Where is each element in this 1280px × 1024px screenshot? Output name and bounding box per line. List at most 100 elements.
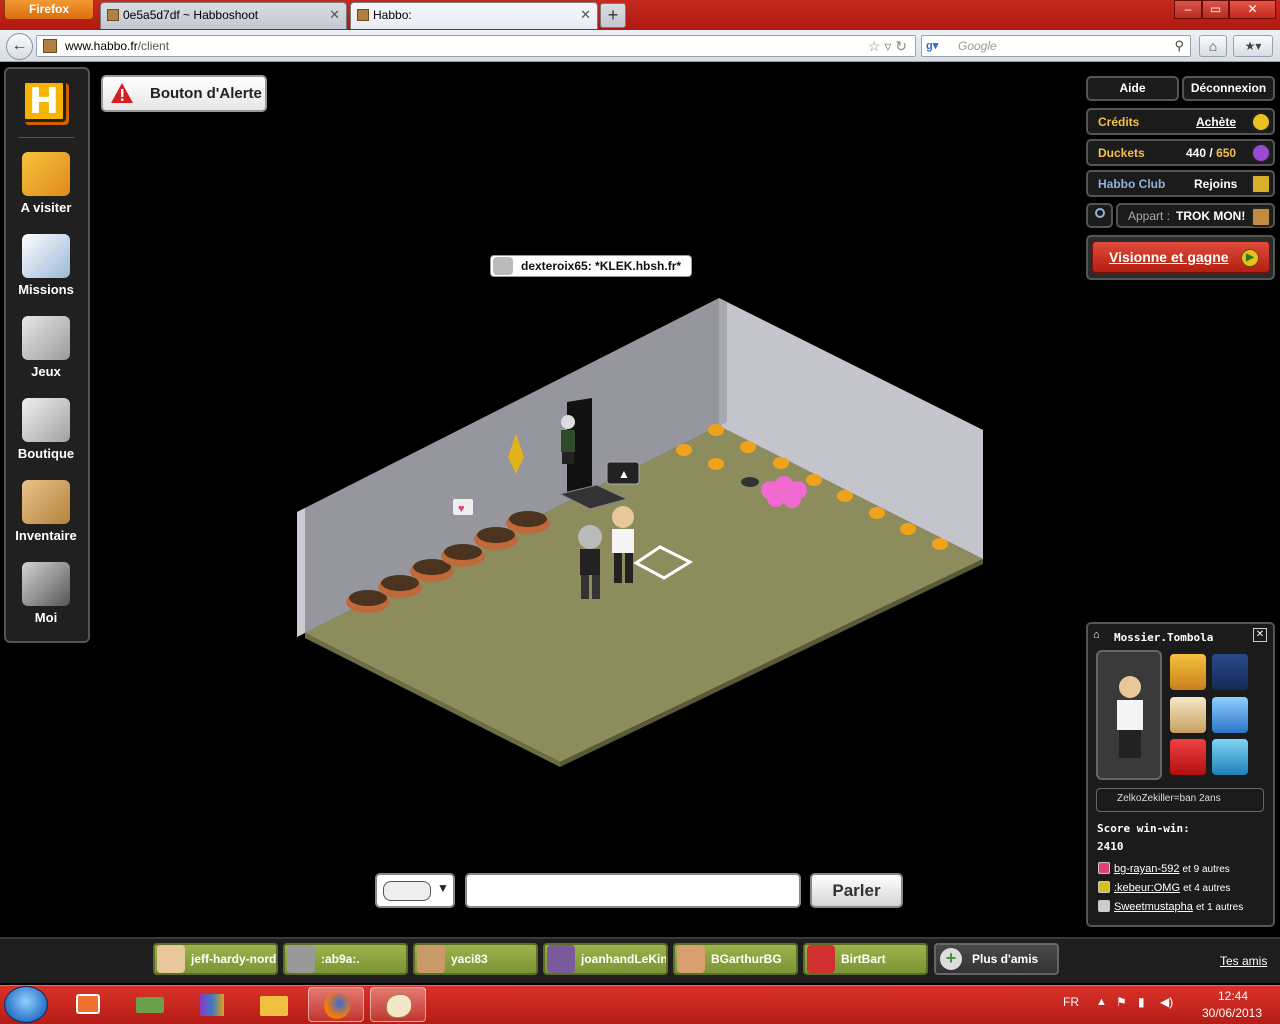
back-arrow-icon[interactable]: ← [6,33,33,60]
room-name-row[interactable]: Appart : TROK MON! [1116,203,1275,228]
chat-style-selector[interactable]: ▼ [375,873,455,908]
profile-username[interactable]: Mossier.Tombola [1114,631,1213,644]
crown-badge-icon[interactable] [1170,654,1206,690]
library-icon[interactable] [122,987,178,1022]
windows-start-icon[interactable] [4,986,48,1023]
logout-button[interactable]: Déconnexion [1182,76,1275,101]
media-player-icon[interactable] [60,987,116,1022]
credits-label: Crédits [1098,115,1140,129]
relation-user[interactable]: Sweetmustapha [1114,901,1193,913]
tab-close-icon[interactable]: ✕ [329,3,340,27]
watch-and-win-button[interactable]: Visionne et gagne ▶ [1092,241,1270,273]
friend-item[interactable]: BGarthurBG [673,943,798,975]
friend-name: BirtBart [841,952,886,966]
home-icon[interactable]: ⌂ [1093,629,1100,641]
coal-pile[interactable] [741,477,759,487]
relation-row[interactable]: Sweetmustapha et 1 autres [1098,900,1270,916]
toolbar-label: Moi [34,610,58,625]
toolbar-missions[interactable]: Missions [5,234,87,297]
relation-rest: et 1 autres [1195,902,1244,913]
relation-rest: et 9 autres [1182,864,1230,875]
friend-avatar-icon [547,945,575,973]
firefox-taskbar-icon[interactable] [308,987,364,1022]
football-badge-icon[interactable] [1212,739,1248,775]
minimize-button[interactable]: – [1174,0,1202,19]
home-icon[interactable]: ⌂ [1199,35,1227,57]
new-tab-button[interactable]: + [600,3,626,28]
relation-row[interactable]: bg-rayan-592 et 9 autres [1098,862,1270,878]
help-button[interactable]: Aide [1086,76,1179,101]
send-chat-button[interactable]: Parler [810,873,903,908]
toolbar-divider [18,137,74,138]
more-friends-label: Plus d'amis [972,952,1039,966]
habbo-logo-icon[interactable]: H [22,80,66,122]
sword-badge-icon[interactable] [1212,654,1248,690]
toolbar-navigator[interactable]: A visiter [5,152,87,215]
volume-icon[interactable]: ◀) [1160,995,1173,1009]
room-info-icon[interactable] [1086,203,1113,228]
close-icon[interactable]: ✕ [1253,628,1267,642]
clock-time[interactable]: 12:44 [1208,989,1258,1003]
chevron-down-icon[interactable]: ▼ [437,881,449,895]
rar-archive-icon[interactable] [184,987,240,1022]
tray-chevron-icon[interactable]: ▲ [1096,996,1107,1008]
file-explorer-icon[interactable] [246,987,302,1022]
duckets-label: Duckets [1098,146,1145,160]
buy-credits-link[interactable]: Achète [1196,115,1236,129]
friend-item[interactable]: joanhandLeKing [543,943,668,975]
friend-avatar-icon [157,945,185,973]
tab-habboshoot[interactable]: 0e5a5d7df ~ Habboshoot ✕ [100,2,347,29]
your-friends-link[interactable]: Tes amis [1220,954,1267,968]
language-indicator[interactable]: FR [1063,995,1079,1009]
toolbar-inventory[interactable]: Inventaire [5,480,87,543]
relation-row[interactable]: :kebeur:OMG et 4 autres [1098,881,1270,897]
friend-item[interactable]: yaci83 [413,943,538,975]
avatar-npc-door[interactable] [561,415,575,464]
site-identity-icon[interactable] [43,39,57,53]
tab-habbo[interactable]: Habbo: ✕ [350,2,598,29]
search-input[interactable]: g▾ Google ⚲ [921,35,1191,57]
tab-favicon-icon [107,9,119,21]
bookmarks-menu-icon[interactable]: ★▾ [1233,35,1273,57]
tab-close-icon[interactable]: ✕ [580,3,591,27]
relation-user[interactable]: :kebeur:OMG [1114,882,1180,894]
friend-item[interactable]: BirtBart [803,943,928,975]
url-bar[interactable]: www.habbo.fr/client ☆ ▿ ↻ [36,35,916,57]
pin-badge-icon[interactable] [1212,697,1248,733]
profile-motto[interactable]: ZelkoZekiller=ban 2ans [1096,788,1264,812]
google-engine-icon[interactable]: g▾ [926,39,942,53]
toolbar-label: Inventaire [15,528,77,543]
clock-date[interactable]: 30/06/2013 [1193,1006,1271,1020]
wall-corner [719,298,727,426]
chat-bubble[interactable]: dexteroix65: *KLEK.hbsh.fr* [490,255,692,277]
restore-button[interactable]: ▭ [1202,0,1229,19]
friend-name: :ab9a:. [321,952,360,966]
warning-icon [111,83,133,103]
close-window-button[interactable]: ✕ [1229,0,1276,19]
shop-icon [22,398,70,442]
chat-input[interactable] [465,873,801,908]
join-club-link[interactable]: Rejoins [1194,177,1237,191]
play-icon: ▶ [1241,249,1259,267]
toolbar-games[interactable]: Jeux [5,316,87,379]
room-name: TROK MON! [1176,209,1246,223]
action-center-flag-icon[interactable]: ⚑ [1116,995,1127,1009]
toolbar-shop[interactable]: Boutique [5,398,87,461]
network-icon[interactable]: ▮ [1138,995,1145,1009]
paint-icon[interactable] [370,987,426,1022]
relation-user[interactable]: bg-rayan-592 [1114,863,1179,875]
cup-badge-icon[interactable] [1170,697,1206,733]
friend-item[interactable]: :ab9a:. [283,943,408,975]
friend-item[interactable]: jeff-hardy-nord [153,943,278,975]
club-row: Habbo Club Rejoins [1086,170,1275,197]
bookmark-star-icon[interactable]: ☆ ▿ ↻ [868,36,907,56]
firefox-menu-button[interactable]: Firefox [4,0,94,20]
promo-label: Visionne et gagne [1109,249,1229,265]
search-icon[interactable]: ⚲ [1174,36,1184,56]
room-settings-icon[interactable] [1251,207,1271,227]
profile-avatar[interactable] [1096,650,1162,780]
toolbar-me[interactable]: Moi [5,562,87,625]
score-value: 2410 [1097,840,1124,853]
maman-heart-badge-icon[interactable] [1170,739,1206,775]
more-friends-button[interactable]: + Plus d'amis [934,943,1059,975]
